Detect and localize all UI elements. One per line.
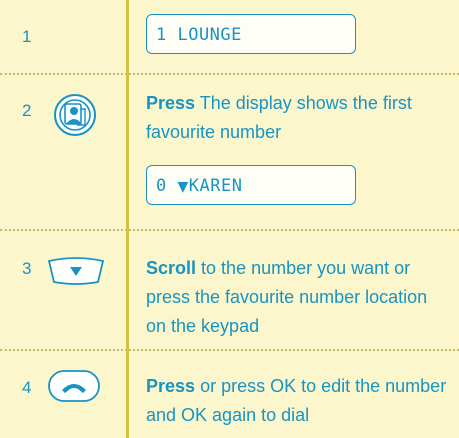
step-divider bbox=[0, 229, 459, 231]
step-3-action: Scroll bbox=[146, 258, 197, 278]
lcd-display-lounge: 1 LOUNGE bbox=[146, 14, 356, 54]
phonebook-contact-icon[interactable] bbox=[52, 92, 98, 138]
step-4-number: 4 bbox=[22, 378, 32, 397]
step-3-instruction: Scroll to the number you want or press t… bbox=[146, 254, 451, 341]
step-3-number: 3 bbox=[22, 259, 32, 278]
step-2-number: 2 bbox=[22, 101, 32, 120]
column-rule bbox=[126, 0, 129, 438]
lcd-display-karen: 0 ▼KAREN bbox=[146, 165, 356, 205]
step-2-action: Press bbox=[146, 93, 196, 113]
step-1-number: 1 bbox=[22, 27, 32, 46]
step-divider bbox=[0, 349, 459, 351]
instruction-page: 1 1 LOUNGE 2 Press The display shows the… bbox=[0, 0, 459, 438]
lcd-location-number: 0 bbox=[156, 176, 167, 196]
step-4-action: Press bbox=[146, 376, 196, 396]
talk-handset-key-icon[interactable] bbox=[47, 369, 101, 403]
step-2-instruction: Press The display shows the first favour… bbox=[146, 89, 451, 147]
down-arrow-icon: ▼ bbox=[177, 179, 189, 195]
step-4-instruction: Press or press OK to edit the number and… bbox=[146, 372, 451, 430]
step-divider bbox=[0, 73, 459, 75]
scroll-down-key-icon[interactable] bbox=[47, 255, 105, 287]
lcd-contact-name: KAREN bbox=[188, 176, 243, 196]
